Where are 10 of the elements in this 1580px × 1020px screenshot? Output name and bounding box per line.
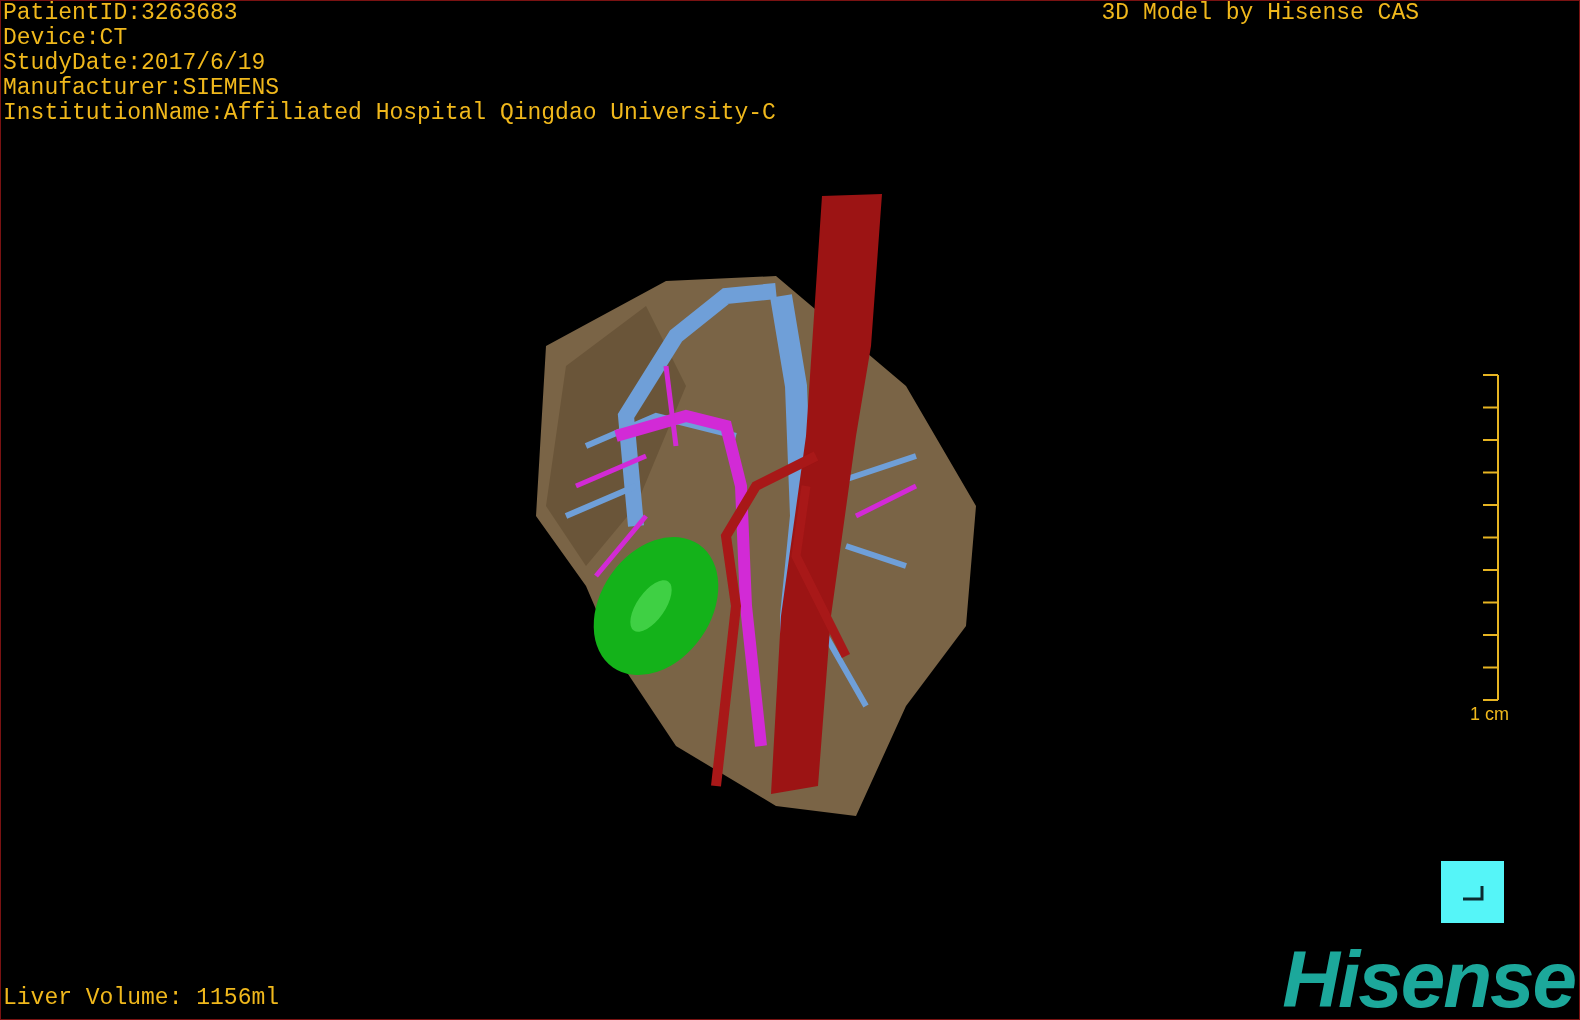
patient-info-text: InstitutionName:Affiliated Hospital Qingdao University-C (3, 101, 776, 126)
patient-info-text: StudyDate:2017/6/19 (3, 51, 267, 76)
patient-info-text: Device:CT (3, 26, 129, 51)
liver-volume-text: Liver Volume: 1156ml (2, 986, 280, 1013)
patient-info-text: Manufacturer:SIEMENS (3, 76, 281, 101)
scale-label: 1 cm (1470, 704, 1509, 724)
logo: Hisense (1282, 945, 1576, 1015)
model-title: 3D Model by Hisense CAS (1101, 1, 1420, 26)
corner-button[interactable] (1441, 861, 1504, 923)
patient-info-text: PatientID:3263683 (3, 1, 239, 26)
